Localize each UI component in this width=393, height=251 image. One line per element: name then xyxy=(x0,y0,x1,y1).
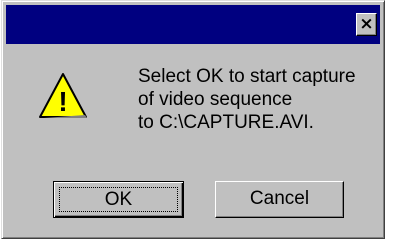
message-text: Select OK to start capture of video sequ… xyxy=(138,65,378,134)
ok-button-label: OK xyxy=(59,187,178,212)
ok-button[interactable]: OK xyxy=(53,181,184,218)
cancel-button[interactable]: Cancel xyxy=(215,181,344,218)
close-button[interactable]: × xyxy=(356,13,377,36)
capture-dialog: × ! Select OK to start capture of video … xyxy=(1,0,385,239)
title-bar: × xyxy=(6,5,380,44)
message-line: of video sequence xyxy=(138,89,293,110)
message-line: Select OK to start capture xyxy=(138,66,356,87)
close-icon: × xyxy=(359,14,374,34)
warning-icon: ! xyxy=(39,73,87,118)
warning-glyph: ! xyxy=(58,86,67,117)
message-line: to C:\CAPTURE.AVI. xyxy=(138,112,314,133)
